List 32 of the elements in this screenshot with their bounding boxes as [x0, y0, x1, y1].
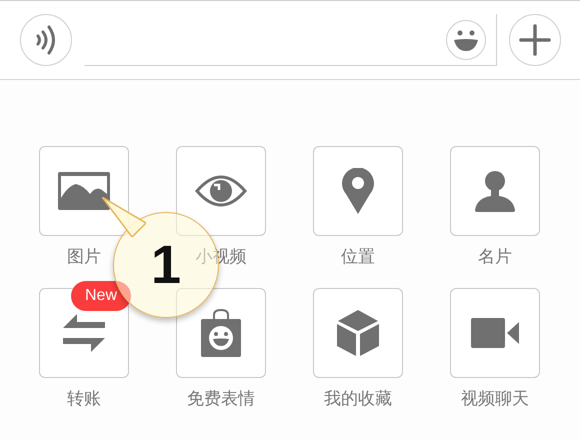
action-tile[interactable] — [450, 146, 540, 236]
action-label: 转账 — [67, 388, 101, 410]
smiley-icon — [453, 28, 479, 52]
new-badge: New — [71, 281, 132, 311]
action-tile[interactable] — [450, 288, 540, 378]
action-label: 免费表情 — [187, 388, 255, 410]
plus-icon — [519, 24, 551, 56]
location-pin-icon — [342, 168, 374, 214]
video-camera-icon — [471, 318, 519, 348]
voice-button[interactable] — [20, 14, 72, 66]
transfer-arrows-icon — [63, 314, 105, 352]
callout-number: 1 — [150, 234, 182, 296]
plus-button[interactable] — [509, 14, 561, 66]
action-tile[interactable] — [176, 146, 266, 236]
message-input-field[interactable] — [84, 14, 497, 66]
action-label: 位置 — [341, 246, 375, 268]
person-icon — [475, 170, 515, 212]
shopping-bag-icon — [201, 309, 241, 357]
action-label: 名片 — [478, 246, 512, 268]
callout-tail — [102, 197, 146, 237]
action-label: 视频聊天 — [461, 388, 529, 410]
eye-icon — [195, 173, 247, 209]
action-tile[interactable] — [39, 146, 129, 236]
emoji-button[interactable] — [446, 20, 486, 60]
action-label: 图片 — [67, 246, 101, 268]
cube-icon — [337, 310, 379, 356]
action-label: 我的收藏 — [324, 388, 392, 410]
action-tile[interactable] — [176, 288, 266, 378]
image-icon — [58, 172, 110, 210]
action-tile[interactable] — [313, 288, 403, 378]
voice-icon — [35, 24, 57, 56]
action-tile[interactable] — [313, 146, 403, 236]
